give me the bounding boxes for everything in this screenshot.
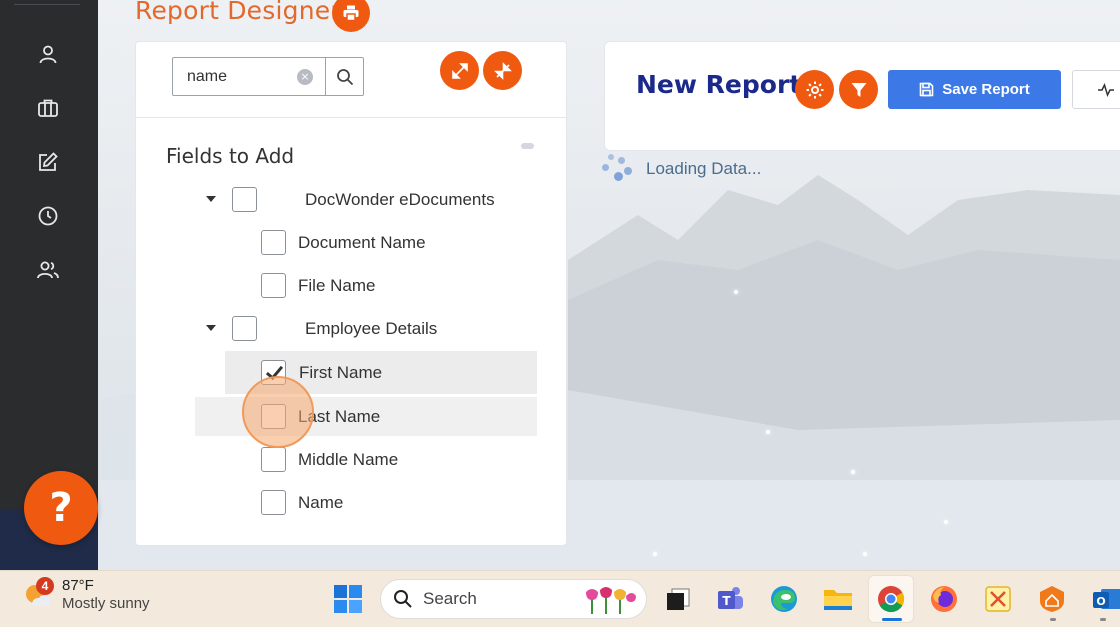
- activity-icon: [1098, 82, 1114, 97]
- scroll-indicator[interactable]: [521, 143, 534, 149]
- help-button[interactable]: ?: [24, 471, 98, 545]
- checkbox-document-name[interactable]: [261, 230, 286, 255]
- users-icon: [37, 261, 59, 279]
- outlook-running-indicator: [1100, 618, 1106, 621]
- task-view-icon: [667, 588, 690, 610]
- tree-label-docwonder-edocuments: DocWonder eDocuments: [305, 190, 495, 209]
- snip-tool-button[interactable]: [980, 581, 1016, 617]
- chrome-app-button[interactable]: [873, 581, 909, 617]
- edge-app-button[interactable]: [766, 581, 802, 617]
- checkbox-file-name[interactable]: [261, 273, 286, 298]
- briefcase-nav-button[interactable]: [34, 94, 62, 122]
- tree-label-document-name: Document Name: [298, 233, 426, 252]
- taskbar-search[interactable]: Search: [380, 579, 647, 619]
- windows-start-button[interactable]: [330, 581, 366, 617]
- tree-label-name: Name: [298, 493, 344, 512]
- tree-label-last-name: Last Name: [298, 407, 381, 426]
- report-header-card: New Report Save Report: [604, 41, 1120, 151]
- tree-label-employee-details: Employee Details: [305, 319, 438, 338]
- floppy-disk-icon: [919, 82, 934, 97]
- expand-icon: [451, 62, 468, 79]
- report-title: New Report: [636, 70, 802, 99]
- chrome-icon: [878, 586, 905, 613]
- outlook-app-button[interactable]: O: [1088, 581, 1120, 617]
- security-running-indicator: [1050, 618, 1056, 621]
- loading-text: Loading Data...: [646, 159, 762, 178]
- user-icon: [39, 45, 57, 64]
- history-nav-button[interactable]: [34, 202, 62, 230]
- clear-search-icon[interactable]: ×: [297, 69, 313, 85]
- fields-section-title: Fields to Add: [166, 144, 295, 168]
- panel-divider: [136, 117, 566, 118]
- folder-icon: [824, 590, 852, 610]
- file-explorer-button[interactable]: [820, 581, 856, 617]
- compress-icon: [493, 61, 512, 80]
- edge-icon: [771, 586, 797, 612]
- shield-home-icon: [1040, 586, 1064, 612]
- checkbox-docwonder-edocuments[interactable]: [232, 187, 257, 212]
- tulips-icon: [586, 587, 636, 614]
- outlook-icon: O: [1093, 589, 1120, 609]
- tree-label-file-name: File Name: [298, 276, 376, 295]
- checkbox-first-name[interactable]: [261, 360, 286, 385]
- edit-nav-button[interactable]: [34, 148, 62, 176]
- loading-spinner-icon: [600, 154, 634, 184]
- report-filter-button[interactable]: [839, 70, 878, 109]
- page-title: Report Designer: [135, 0, 341, 25]
- os-taskbar: 4 87°F Mostly sunny Search T O: [0, 570, 1120, 627]
- svg-text:T: T: [722, 594, 731, 608]
- search-icon: [394, 590, 412, 608]
- taskbar-search-label: Search: [423, 589, 477, 608]
- fields-panel: × Fields to Add DocWonder eDocuments Doc…: [135, 41, 567, 546]
- snipping-tool-icon: [985, 586, 1011, 612]
- save-report-button[interactable]: Save Report: [888, 70, 1061, 109]
- svg-text:O: O: [1096, 595, 1105, 608]
- firefox-icon: [931, 586, 957, 612]
- weather-description: Mostly sunny: [62, 595, 150, 612]
- security-app-button[interactable]: [1034, 581, 1070, 617]
- user-nav-button[interactable]: [34, 40, 62, 68]
- field-search-box: ×: [172, 57, 325, 96]
- checkbox-name[interactable]: [261, 490, 286, 515]
- briefcase-icon: [38, 99, 58, 117]
- collapse-all-button[interactable]: [483, 51, 522, 90]
- checkbox-middle-name[interactable]: [261, 447, 286, 472]
- loading-indicator: Loading Data...: [600, 154, 761, 184]
- weather-widget[interactable]: 4 87°F Mostly sunny: [22, 577, 150, 613]
- gear-icon: [806, 81, 823, 98]
- filter-icon: [851, 82, 866, 97]
- edit-icon: [39, 152, 58, 171]
- teams-icon: T: [718, 587, 743, 609]
- firefox-app-button[interactable]: [926, 581, 962, 617]
- sun-cloud-icon: 4: [22, 577, 54, 611]
- search-button[interactable]: [325, 57, 364, 96]
- checkbox-last-name[interactable]: [261, 404, 286, 429]
- printer-icon: [343, 5, 359, 22]
- checkbox-employee-details[interactable]: [232, 316, 257, 341]
- users-nav-button[interactable]: [34, 256, 62, 284]
- task-view-button[interactable]: [660, 581, 696, 617]
- weather-temperature: 87°F: [62, 577, 94, 594]
- teams-app-button[interactable]: T: [712, 581, 748, 617]
- search-icon: [336, 68, 353, 85]
- report-settings-button[interactable]: [795, 70, 834, 109]
- save-report-label: Save Report: [942, 81, 1030, 98]
- expand-caret-icon[interactable]: [206, 196, 216, 202]
- tree-label-first-name: First Name: [299, 363, 383, 382]
- expand-caret-icon[interactable]: [206, 325, 216, 331]
- activity-button[interactable]: [1072, 70, 1120, 109]
- chrome-running-indicator: [882, 618, 902, 621]
- windows-logo-icon: [334, 585, 362, 613]
- weather-alert-badge: 4: [36, 577, 54, 595]
- rail-divider: [14, 4, 80, 5]
- expand-all-button[interactable]: [440, 51, 479, 90]
- clock-icon: [38, 206, 58, 226]
- field-search-input[interactable]: [187, 67, 297, 87]
- tree-label-middle-name: Middle Name: [298, 450, 399, 469]
